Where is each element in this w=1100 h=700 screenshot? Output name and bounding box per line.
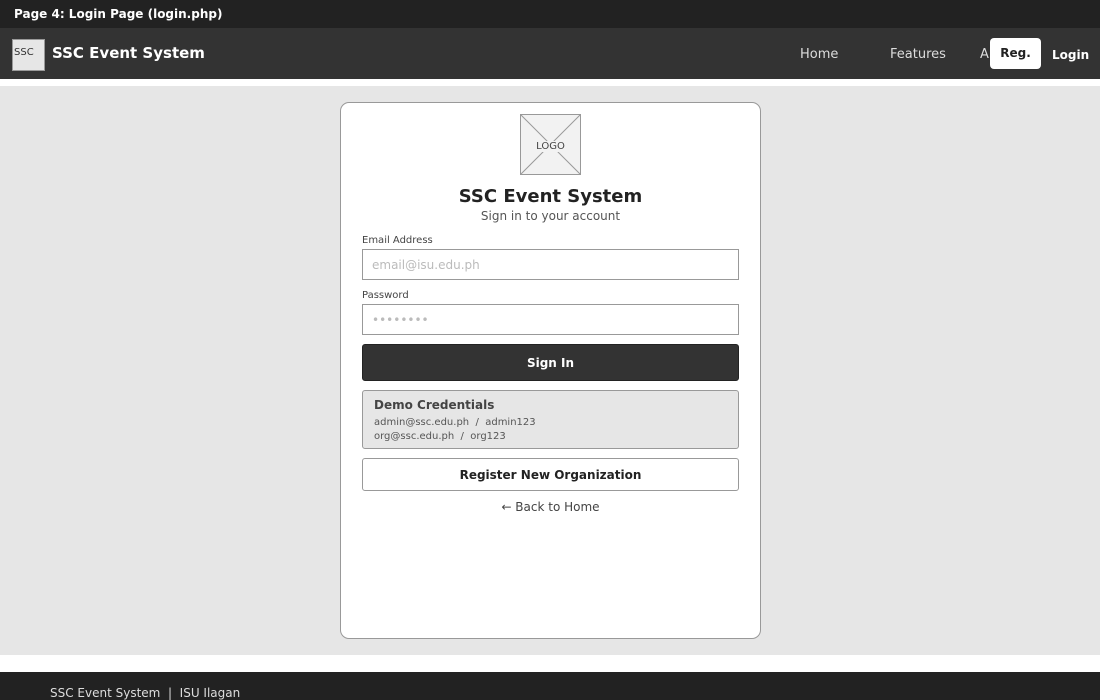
navbar: SSC SSC Event System Home Features About… (0, 28, 1100, 79)
card-title: SSC Event System (458, 186, 643, 207)
demo-credential-line: org@ssc.edu.ph / org123 (374, 431, 506, 442)
nav-logo[interactable]: SSC (12, 39, 45, 71)
nav-login-link[interactable]: Login (1052, 48, 1089, 62)
nav-link-features[interactable]: Features (890, 47, 946, 62)
card-subtitle: Sign in to your account (480, 209, 621, 223)
logo-placeholder-label: LOGO (535, 141, 566, 152)
email-label: Email Address (362, 235, 433, 246)
demo-credentials-title: Demo Credentials (374, 398, 495, 412)
register-organization-button[interactable]: Register New Organization (362, 458, 739, 491)
logo-placeholder-icon: LOGO (520, 114, 581, 175)
demo-credentials-box: Demo Credentials admin@ssc.edu.ph / admi… (362, 390, 739, 449)
sign-in-button[interactable]: Sign In (362, 344, 739, 381)
nav-link-home[interactable]: Home (800, 47, 838, 62)
login-card: LOGO SSC Event System Sign in to your ac… (340, 102, 761, 639)
page-banner: Page 4: Login Page (login.php) (0, 0, 1100, 28)
nav-brand[interactable]: SSC Event System (52, 44, 205, 62)
password-field[interactable] (362, 304, 739, 335)
nav-register-button[interactable]: Reg. (990, 38, 1041, 69)
footer: SSC Event System | ISU Ilagan (0, 672, 1100, 700)
password-label: Password (362, 290, 409, 301)
back-to-home-link[interactable]: ← Back to Home (341, 500, 760, 514)
email-field[interactable] (362, 249, 739, 280)
demo-credential-line: admin@ssc.edu.ph / admin123 (374, 417, 536, 428)
